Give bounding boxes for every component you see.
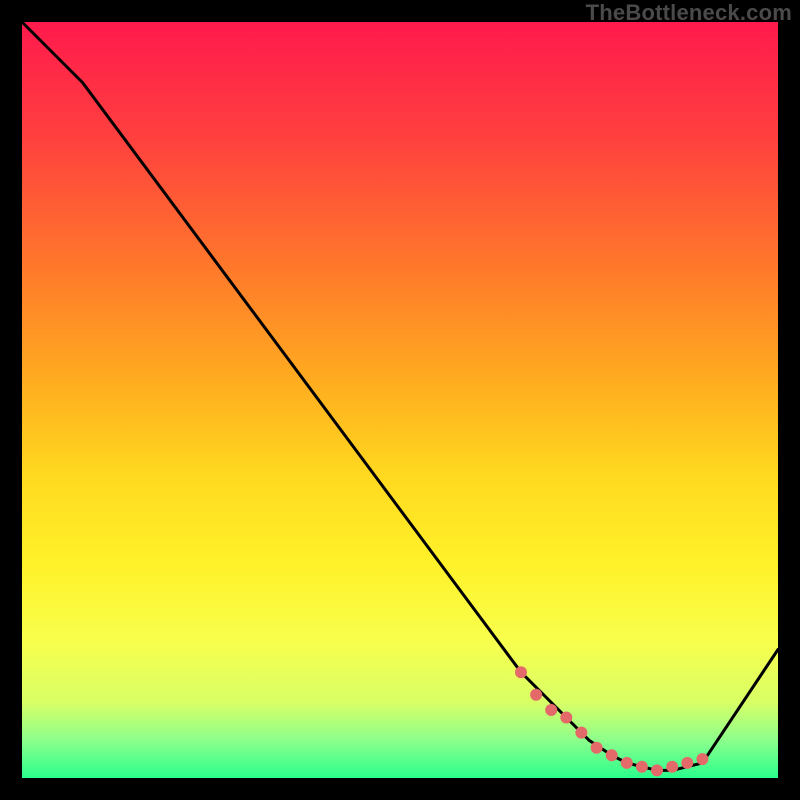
chart-plot-area xyxy=(22,22,778,778)
chart-svg xyxy=(22,22,778,778)
curve-line xyxy=(22,22,778,770)
watermark-text: TheBottleneck.com xyxy=(586,0,792,26)
highlight-dots xyxy=(515,666,708,776)
chart-frame: TheBottleneck.com xyxy=(0,0,800,800)
